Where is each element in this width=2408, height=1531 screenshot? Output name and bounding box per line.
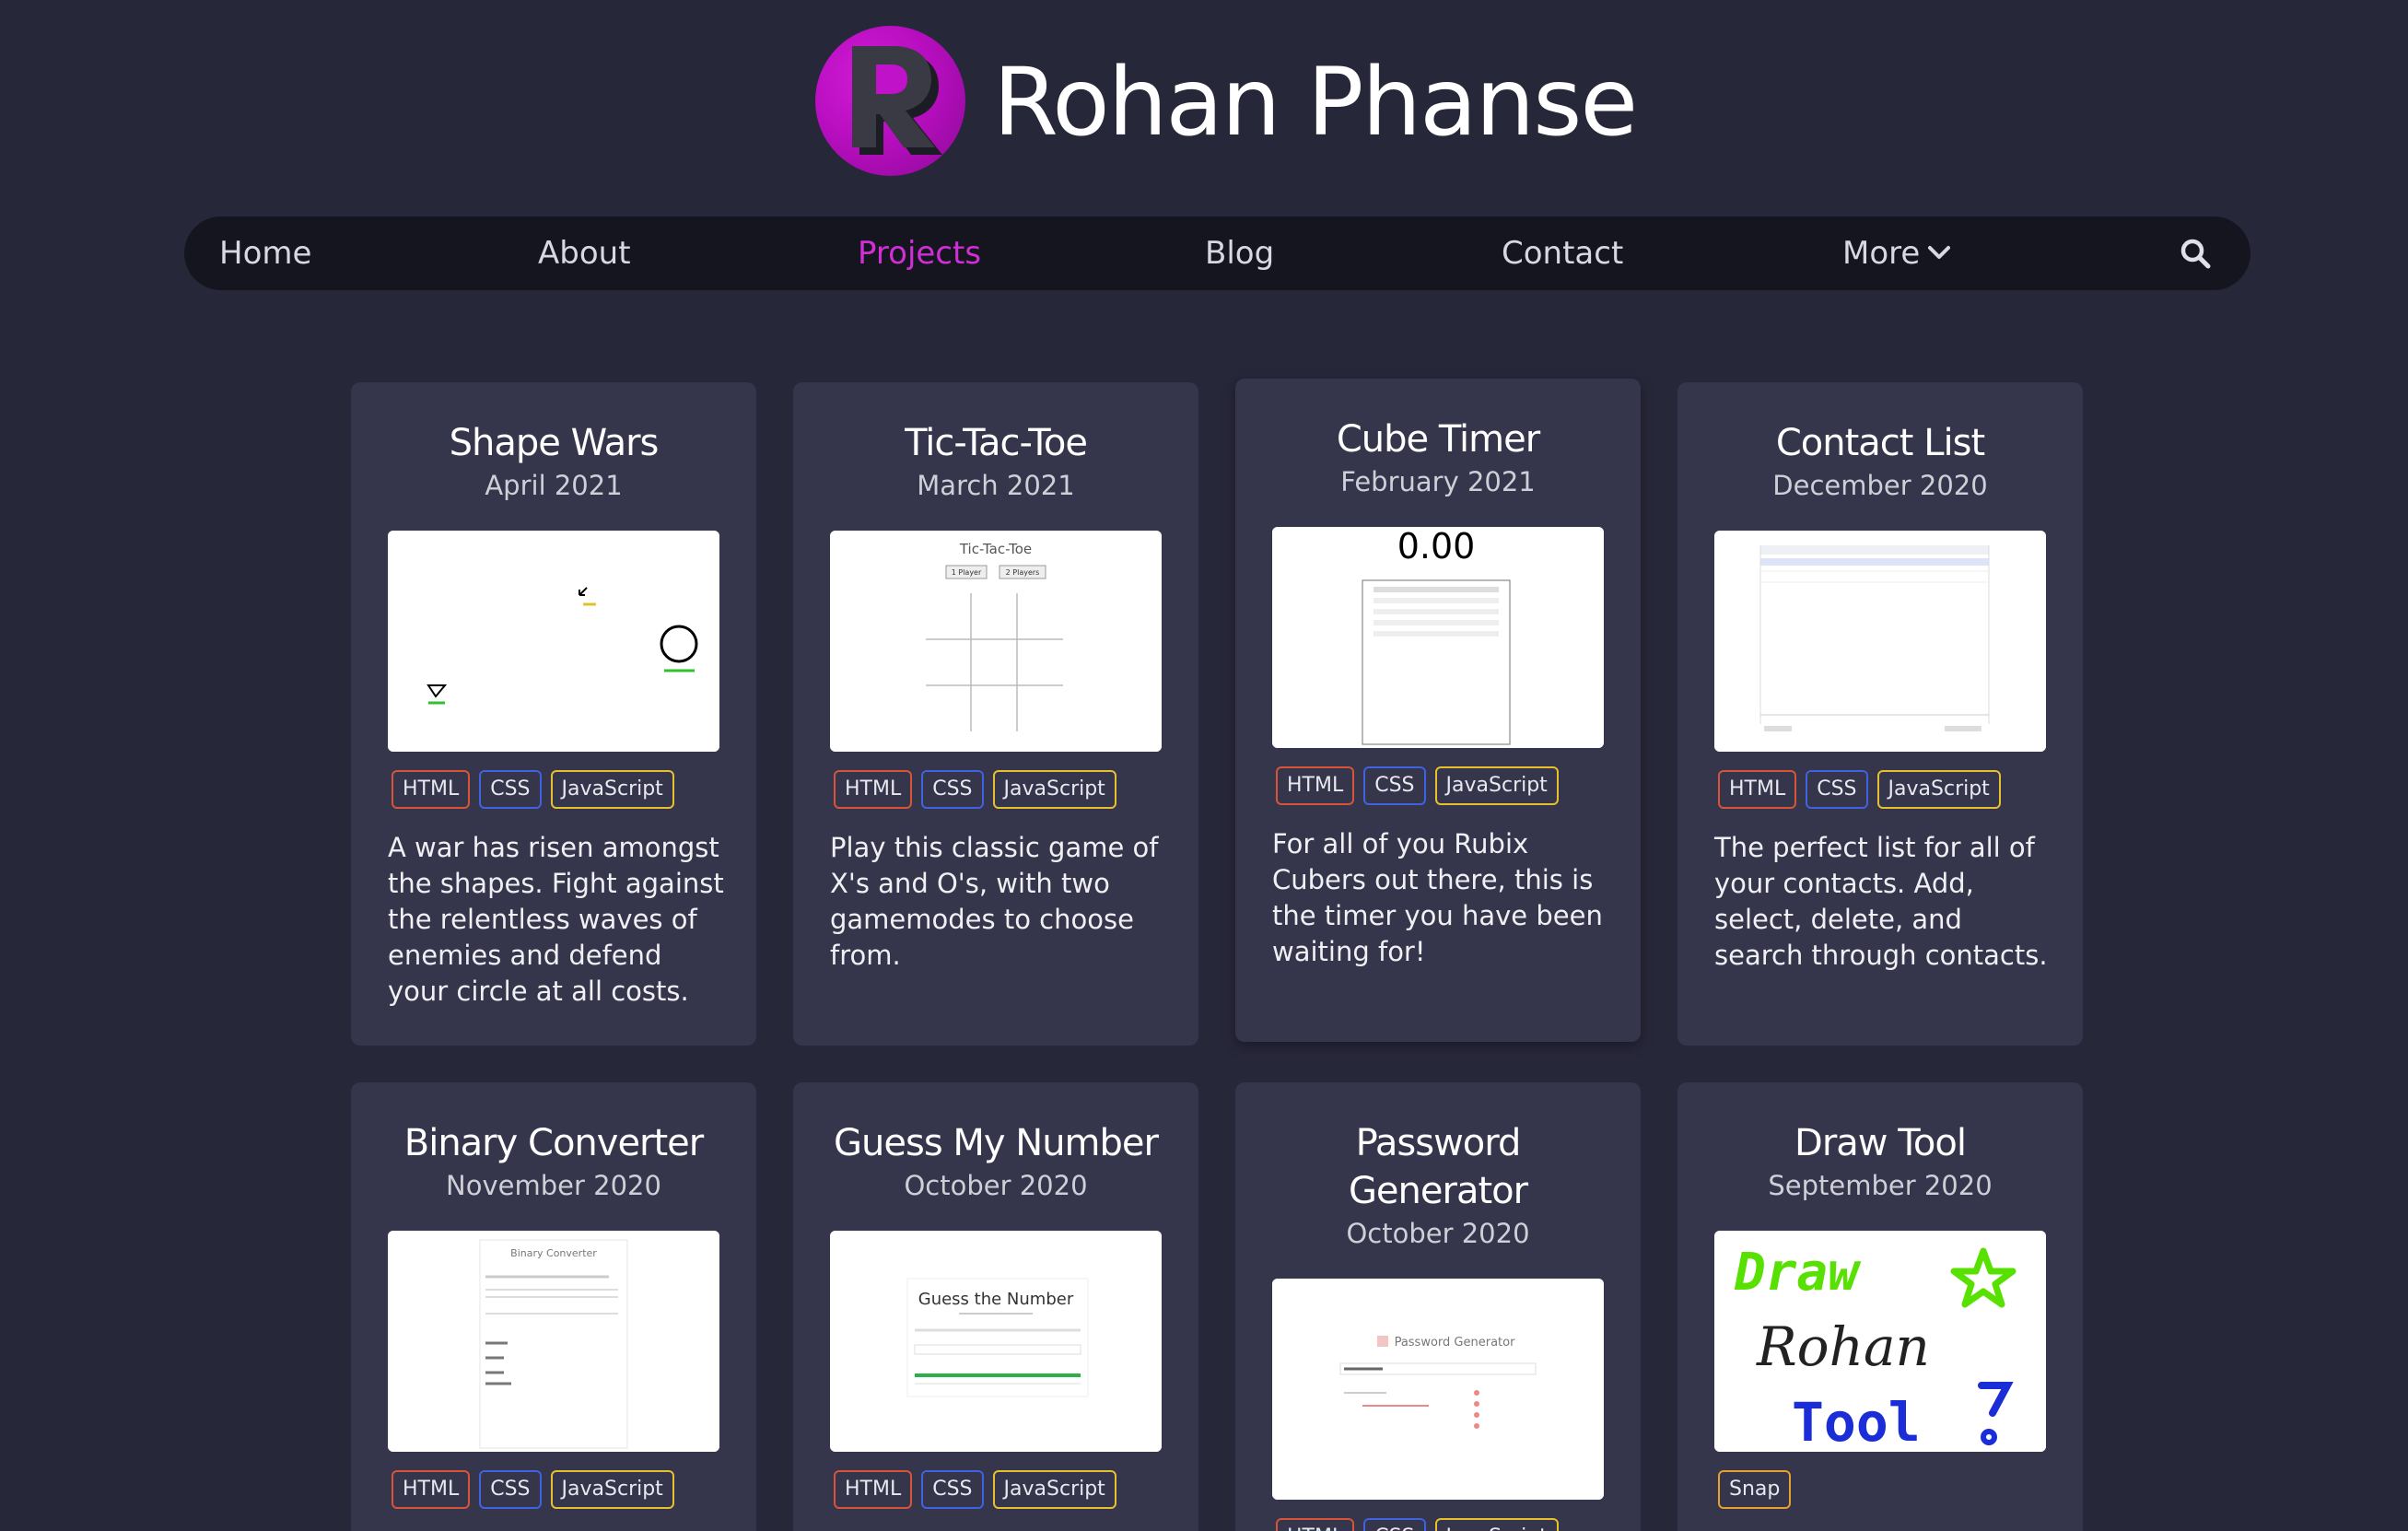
- tag-html: HTML: [1276, 1518, 1355, 1531]
- shape-wars-preview: [388, 531, 719, 752]
- draw-tool-preview: Draw Rohan Tool: [1714, 1231, 2046, 1452]
- tag-html: HTML: [392, 1470, 471, 1509]
- tag-list: Snap: [1718, 1470, 1800, 1511]
- logo-r-icon: [852, 46, 942, 155]
- tag-list: HTML CSS JavaScript: [1276, 1518, 1568, 1531]
- project-title[interactable]: Tic-Tac-Toe: [793, 419, 1198, 467]
- tag-javascript: JavaScript: [1434, 766, 1559, 805]
- tag-list: HTMLCSSJavaScript: [392, 1470, 684, 1511]
- nav-projects[interactable]: Projects: [858, 216, 981, 290]
- tag-css: CSS: [921, 770, 984, 809]
- project-card-tic-tac-toe[interactable]: Tic-Tac-Toe March 2021 Tic-Tac-Toe 1 Pla…: [793, 382, 1198, 1046]
- tag-css: CSS: [479, 1470, 542, 1509]
- tag-javascript: JavaScript: [550, 770, 674, 809]
- tag-javascript: JavaScript: [992, 770, 1116, 809]
- project-title[interactable]: Cube Timer: [1235, 415, 1641, 463]
- thumb-word-3: Tool: [1792, 1391, 1921, 1452]
- thumb-word-2: Rohan: [1756, 1315, 1930, 1378]
- search-icon: [2180, 239, 2211, 269]
- project-card-password-generator[interactable]: Password Generator October 2020 Password…: [1235, 1082, 1641, 1531]
- project-title[interactable]: Password Generator: [1235, 1119, 1641, 1215]
- project-thumbnail[interactable]: Draw Rohan Tool: [1714, 1231, 2046, 1452]
- project-thumbnail[interactable]: [388, 531, 719, 752]
- project-thumbnail[interactable]: 0.00: [1272, 527, 1604, 748]
- project-title[interactable]: Guess My Number: [793, 1119, 1198, 1167]
- project-date: December 2020: [1772, 470, 1988, 501]
- project-title[interactable]: Shape Wars: [351, 419, 756, 467]
- project-title[interactable]: Contact List: [1677, 419, 2083, 467]
- thumb-heading: Password Generator: [1395, 1336, 1516, 1350]
- project-date: March 2021: [917, 470, 1075, 501]
- project-thumbnail[interactable]: Tic-Tac-Toe 1 Player 2 Players: [830, 531, 1162, 752]
- tag-html: HTML: [1718, 770, 1797, 809]
- site-header: Rohan Phanse: [0, 0, 2408, 203]
- tag-javascript: JavaScript: [992, 1470, 1116, 1509]
- thumb-heading: Binary Converter: [510, 1247, 597, 1259]
- project-card-binary-converter[interactable]: Binary Converter November 2020 Binary Co…: [351, 1082, 756, 1531]
- tag-html: HTML: [834, 1470, 913, 1509]
- contact-list-preview: [1714, 531, 2046, 752]
- project-date: November 2020: [446, 1170, 661, 1201]
- tag-list: HTMLCSSJavaScript: [1718, 770, 2010, 811]
- tag-html: HTML: [834, 770, 913, 809]
- tag-list: HTMLCSSJavaScript: [834, 770, 1126, 811]
- thumb-heading: Tic-Tac-Toe: [959, 541, 1032, 557]
- tag-css: CSS: [1363, 766, 1426, 805]
- chevron-down-icon: [1928, 245, 1951, 259]
- project-date: October 2020: [1346, 1218, 1530, 1249]
- nav-home[interactable]: Home: [219, 216, 311, 290]
- project-date: February 2021: [1340, 466, 1536, 497]
- binary-converter-preview: Binary Converter: [388, 1231, 719, 1452]
- project-thumbnail[interactable]: Guess the Number: [830, 1231, 1162, 1452]
- thumb-btn-1: 1 Player: [952, 568, 982, 577]
- tag-css: CSS: [479, 770, 542, 809]
- site-title[interactable]: Rohan Phanse: [993, 48, 1638, 158]
- tag-html: HTML: [1276, 766, 1355, 805]
- nav-about[interactable]: About: [538, 216, 631, 290]
- tag-html: HTML: [392, 770, 471, 809]
- main-nav: Home About Projects Blog Contact More: [184, 216, 2250, 290]
- cube-timer-preview: 0.00: [1272, 527, 1604, 748]
- tag-list: HTMLCSSJavaScript: [392, 770, 684, 811]
- tag-css: CSS: [1363, 1518, 1426, 1531]
- project-description: For all of you Rubix Cubers out there, t…: [1272, 828, 1603, 967]
- tag-javascript: JavaScript: [550, 1470, 674, 1509]
- thumb-time: 0.00: [1397, 527, 1476, 567]
- project-date: September 2020: [1768, 1170, 1993, 1201]
- project-card-cube-timer[interactable]: Cube Timer February 2021 0.00 HTML CSS Jav…: [1235, 379, 1641, 1042]
- site-logo[interactable]: [815, 26, 965, 176]
- project-description: The perfect list for all of your contact…: [1714, 832, 2048, 971]
- nav-more-label: More: [1842, 235, 1921, 272]
- tic-tac-toe-preview: Tic-Tac-Toe 1 Player 2 Players: [830, 531, 1162, 752]
- project-thumbnail[interactable]: Password Generator: [1272, 1279, 1604, 1500]
- project-thumbnail[interactable]: [1714, 531, 2046, 752]
- tag-snap: Snap: [1718, 1470, 1792, 1509]
- project-date: October 2020: [904, 1170, 1088, 1201]
- project-card-shape-wars[interactable]: Shape Wars April 2021 HTML CSS JavaScript …: [351, 382, 756, 1046]
- tag-list: HTMLCSSJavaScript: [834, 1470, 1126, 1511]
- thumb-heading: Guess the Number: [918, 1290, 1074, 1309]
- nav-blog[interactable]: Blog: [1205, 216, 1274, 290]
- project-description: Play this classic game of X's and O's, w…: [830, 832, 1159, 971]
- project-title[interactable]: Binary Converter: [351, 1119, 756, 1167]
- project-title[interactable]: Draw Tool: [1677, 1119, 2083, 1167]
- project-card-guess-my-number[interactable]: Guess My Number October 2020 Guess the N…: [793, 1082, 1198, 1531]
- tag-css: CSS: [1806, 770, 1868, 809]
- thumb-word-1: Draw: [1734, 1243, 1862, 1303]
- tag-javascript: JavaScript: [1434, 1518, 1559, 1531]
- tag-javascript: JavaScript: [1876, 770, 2001, 809]
- project-thumbnail[interactable]: Binary Converter: [388, 1231, 719, 1452]
- project-description: A war has risen amongst the shapes. Figh…: [388, 832, 724, 1007]
- project-card-contact-list[interactable]: Contact List December 2020 HTML CSS JavaSc…: [1677, 382, 2083, 1046]
- project-card-draw-tool[interactable]: Draw Tool September 2020 Draw Rohan Tool…: [1677, 1082, 2083, 1531]
- nav-more[interactable]: More: [1842, 216, 1951, 290]
- password-generator-preview: Password Generator: [1272, 1279, 1604, 1500]
- tag-list: HTMLCSSJavaScript: [1276, 766, 1568, 807]
- thumb-btn-2: 2 Players: [1006, 568, 1040, 577]
- tag-css: CSS: [921, 1470, 984, 1509]
- search-button[interactable]: [2179, 237, 2212, 270]
- guess-number-preview: Guess the Number: [830, 1231, 1162, 1452]
- nav-contact[interactable]: Contact: [1502, 216, 1623, 290]
- project-date: April 2021: [485, 470, 623, 501]
